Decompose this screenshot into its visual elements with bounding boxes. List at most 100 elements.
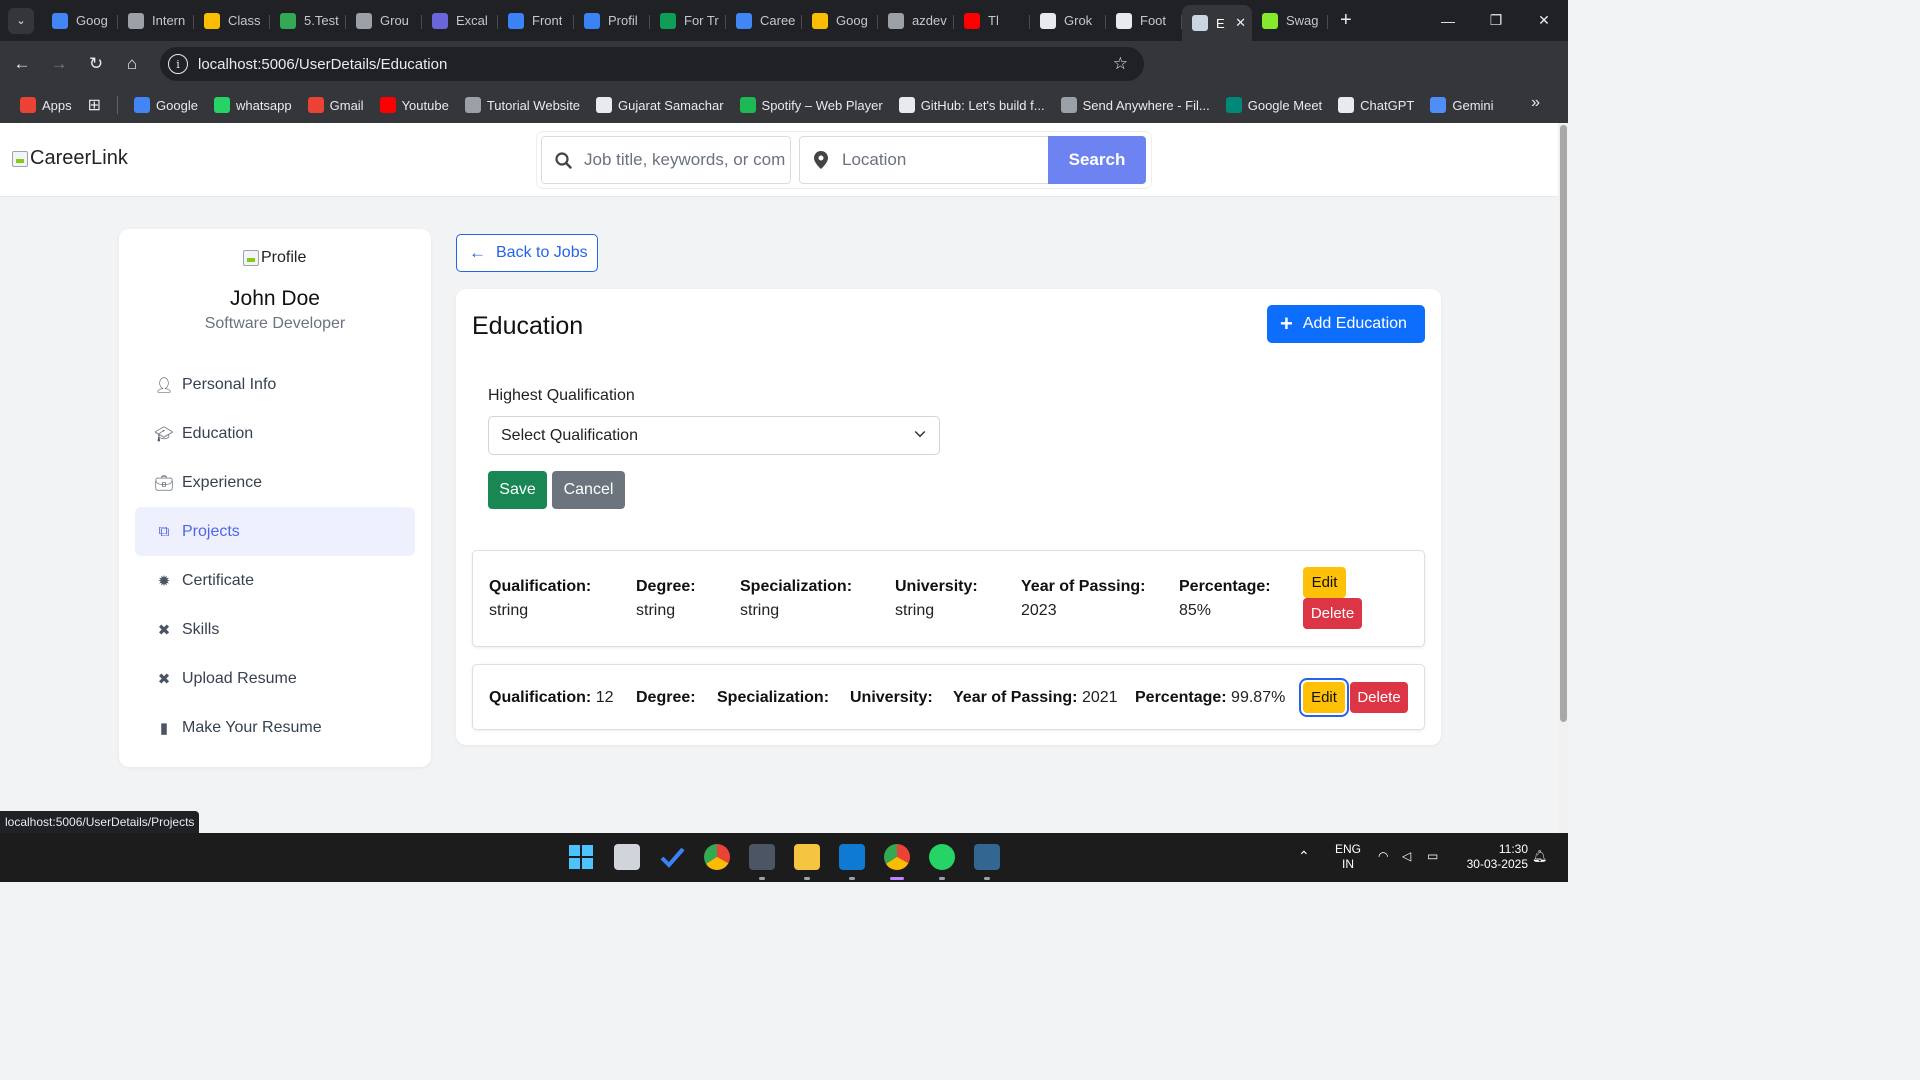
bookmark-item[interactable]: Google Meet: [1225, 97, 1322, 113]
scrollbar-thumb[interactable]: [1560, 125, 1567, 722]
sidebar-item-projects[interactable]: ⧉ Projects: [135, 507, 415, 556]
add-education-button[interactable]: + Add Education: [1267, 305, 1425, 343]
tray-overflow-icon[interactable]: ⌃: [1298, 849, 1310, 864]
task-view-icon[interactable]: [614, 844, 640, 870]
delete-button[interactable]: Delete: [1303, 598, 1362, 629]
percentage-field: Percentage: 85%: [1179, 578, 1271, 620]
reload-icon[interactable]: ↻: [78, 46, 114, 82]
field-label: Year of Passing:: [953, 689, 1078, 706]
browser-tab[interactable]: Grou: [346, 6, 422, 36]
keyword-search-input[interactable]: Job title, keywords, or com: [541, 136, 791, 184]
browser-tab[interactable]: Swag: [1252, 6, 1328, 36]
running-indicator: [984, 877, 990, 880]
tab-title: Goog: [836, 13, 868, 28]
browser-tab[interactable]: Class: [194, 6, 270, 36]
browser-tab[interactable]: E ✕: [1182, 5, 1252, 41]
browser-tab-bar: ⌄ Goog Intern Class 5.Test Grou Excal Front Pro…: [0, 0, 1568, 41]
sidebar-item-upload-resume[interactable]: ✖ Upload Resume: [135, 654, 415, 703]
volume-icon[interactable]: ◁: [1402, 849, 1411, 864]
graduation-cap-icon: 🎓︎: [154, 425, 174, 443]
browser-tab[interactable]: Caree: [726, 6, 802, 36]
save-button[interactable]: Save: [488, 471, 547, 509]
bookmark-item[interactable]: Spotify – Web Player: [739, 97, 883, 113]
minimize-icon[interactable]: —: [1424, 0, 1472, 41]
education-record: Qualification: 12 Degree: Specialization…: [472, 664, 1425, 730]
edit-button[interactable]: Edit: [1303, 567, 1346, 598]
bookmark-item[interactable]: Apps: [20, 97, 72, 113]
whatsapp-icon[interactable]: [929, 844, 955, 870]
browser-tab[interactable]: Foot: [1106, 6, 1182, 36]
location-input[interactable]: Location: [799, 136, 1051, 184]
clock-date: 30-03-2025: [1466, 857, 1528, 871]
sidebar-item-certificate[interactable]: ✹ Certificate: [135, 556, 415, 605]
sidebar-item-experience[interactable]: 💼︎ Experience: [135, 458, 415, 507]
bookmark-item[interactable]: Tutorial Website: [464, 97, 580, 113]
bookmark-item[interactable]: ChatGPT: [1338, 97, 1414, 113]
restore-icon[interactable]: ❐: [1472, 0, 1520, 41]
forward-icon[interactable]: →: [41, 46, 77, 82]
qualification-select[interactable]: Select Qualification: [488, 416, 940, 455]
site-logo[interactable]: CareerLink: [12, 147, 128, 170]
site-info-icon[interactable]: i: [168, 54, 188, 74]
page-scrollbar[interactable]: [1558, 123, 1568, 833]
browser-tab[interactable]: Goog: [802, 6, 878, 36]
browser-tab[interactable]: azdev: [878, 6, 954, 36]
bookmark-star-icon[interactable]: ☆: [1113, 54, 1128, 74]
browser-tab[interactable]: Excal: [422, 6, 498, 36]
sidebar-item-skills[interactable]: ✖ Skills: [135, 605, 415, 654]
sidebar-item-personal-info[interactable]: 👤︎ Personal Info: [135, 360, 415, 409]
bookmark-item[interactable]: Gmail: [307, 97, 364, 113]
windows-start-icon[interactable]: [568, 844, 594, 870]
home-icon[interactable]: ⌂: [114, 46, 150, 82]
bookmarks-overflow-icon[interactable]: »: [1531, 94, 1540, 112]
sidebar-item-make-your-resume[interactable]: ▮ Make Your Resume: [135, 703, 415, 752]
browser-tab[interactable]: Tl: [954, 6, 1030, 36]
bookmarks-grid-icon[interactable]: ⊞: [88, 95, 101, 115]
cancel-button[interactable]: Cancel: [552, 471, 625, 509]
bookmark-item[interactable]: Gujarat Samachar: [596, 97, 724, 113]
tab-title: Caree: [760, 13, 796, 28]
wifi-icon[interactable]: ◠: [1378, 849, 1388, 864]
search-button[interactable]: Search: [1048, 136, 1146, 184]
tab-favicon-icon: [888, 12, 904, 29]
back-to-jobs-button[interactable]: ← Back to Jobs: [456, 234, 598, 272]
language-code: ENG: [1334, 842, 1361, 856]
bookmark-item[interactable]: Send Anywhere - Fil...: [1060, 97, 1210, 113]
broken-image-icon: [12, 150, 28, 167]
language-indicator[interactable]: ENG IN: [1332, 842, 1364, 872]
battery-icon[interactable]: ▭: [1427, 849, 1438, 864]
delete-button[interactable]: Delete: [1350, 682, 1408, 713]
clock[interactable]: 11:30 30-03-2025: [1456, 842, 1528, 872]
sidebar-item-education[interactable]: 🎓︎ Education: [135, 409, 415, 458]
edit-button[interactable]: Edit: [1303, 682, 1345, 713]
bookmark-item[interactable]: GitHub: Let's build f...: [898, 97, 1045, 113]
bookmark-item[interactable]: Gemini: [1430, 97, 1494, 113]
postgres-icon[interactable]: [974, 844, 1000, 870]
back-icon[interactable]: ←: [4, 46, 40, 82]
chrome-profile-icon[interactable]: [884, 844, 910, 870]
browser-tab[interactable]: Grok: [1030, 6, 1106, 36]
bookmark-label: Gujarat Samachar: [618, 97, 724, 113]
vscode-icon[interactable]: [839, 844, 865, 870]
bookmark-item[interactable]: Google: [134, 97, 198, 113]
app-icon[interactable]: [749, 844, 775, 870]
browser-tab[interactable]: Front: [498, 6, 574, 36]
chrome-icon[interactable]: [704, 844, 730, 870]
bookmark-item[interactable]: whatsapp: [213, 97, 292, 113]
browser-tab[interactable]: Goog: [42, 6, 118, 36]
browser-tab[interactable]: 5.Test: [270, 6, 346, 36]
file-icon: ▮: [159, 719, 169, 737]
field-label: University:: [895, 578, 978, 595]
browser-tab[interactable]: For Tr: [650, 6, 726, 36]
address-bar[interactable]: i localhost:5006/UserDetails/Education ☆: [160, 47, 1144, 81]
notification-bell-icon[interactable]: 🔔︎: [1532, 849, 1547, 864]
tab-close-icon[interactable]: ✕: [1235, 15, 1246, 31]
browser-tab[interactable]: Intern: [118, 6, 194, 36]
todo-icon[interactable]: [659, 844, 685, 870]
browser-tab[interactable]: Profil: [574, 6, 650, 36]
tab-search-button[interactable]: ⌄: [8, 7, 34, 34]
close-window-icon[interactable]: ✕: [1520, 0, 1568, 41]
file-explorer-icon[interactable]: [794, 844, 820, 870]
new-tab-button[interactable]: +: [1340, 9, 1352, 32]
bookmark-item[interactable]: Youtube: [379, 97, 449, 113]
